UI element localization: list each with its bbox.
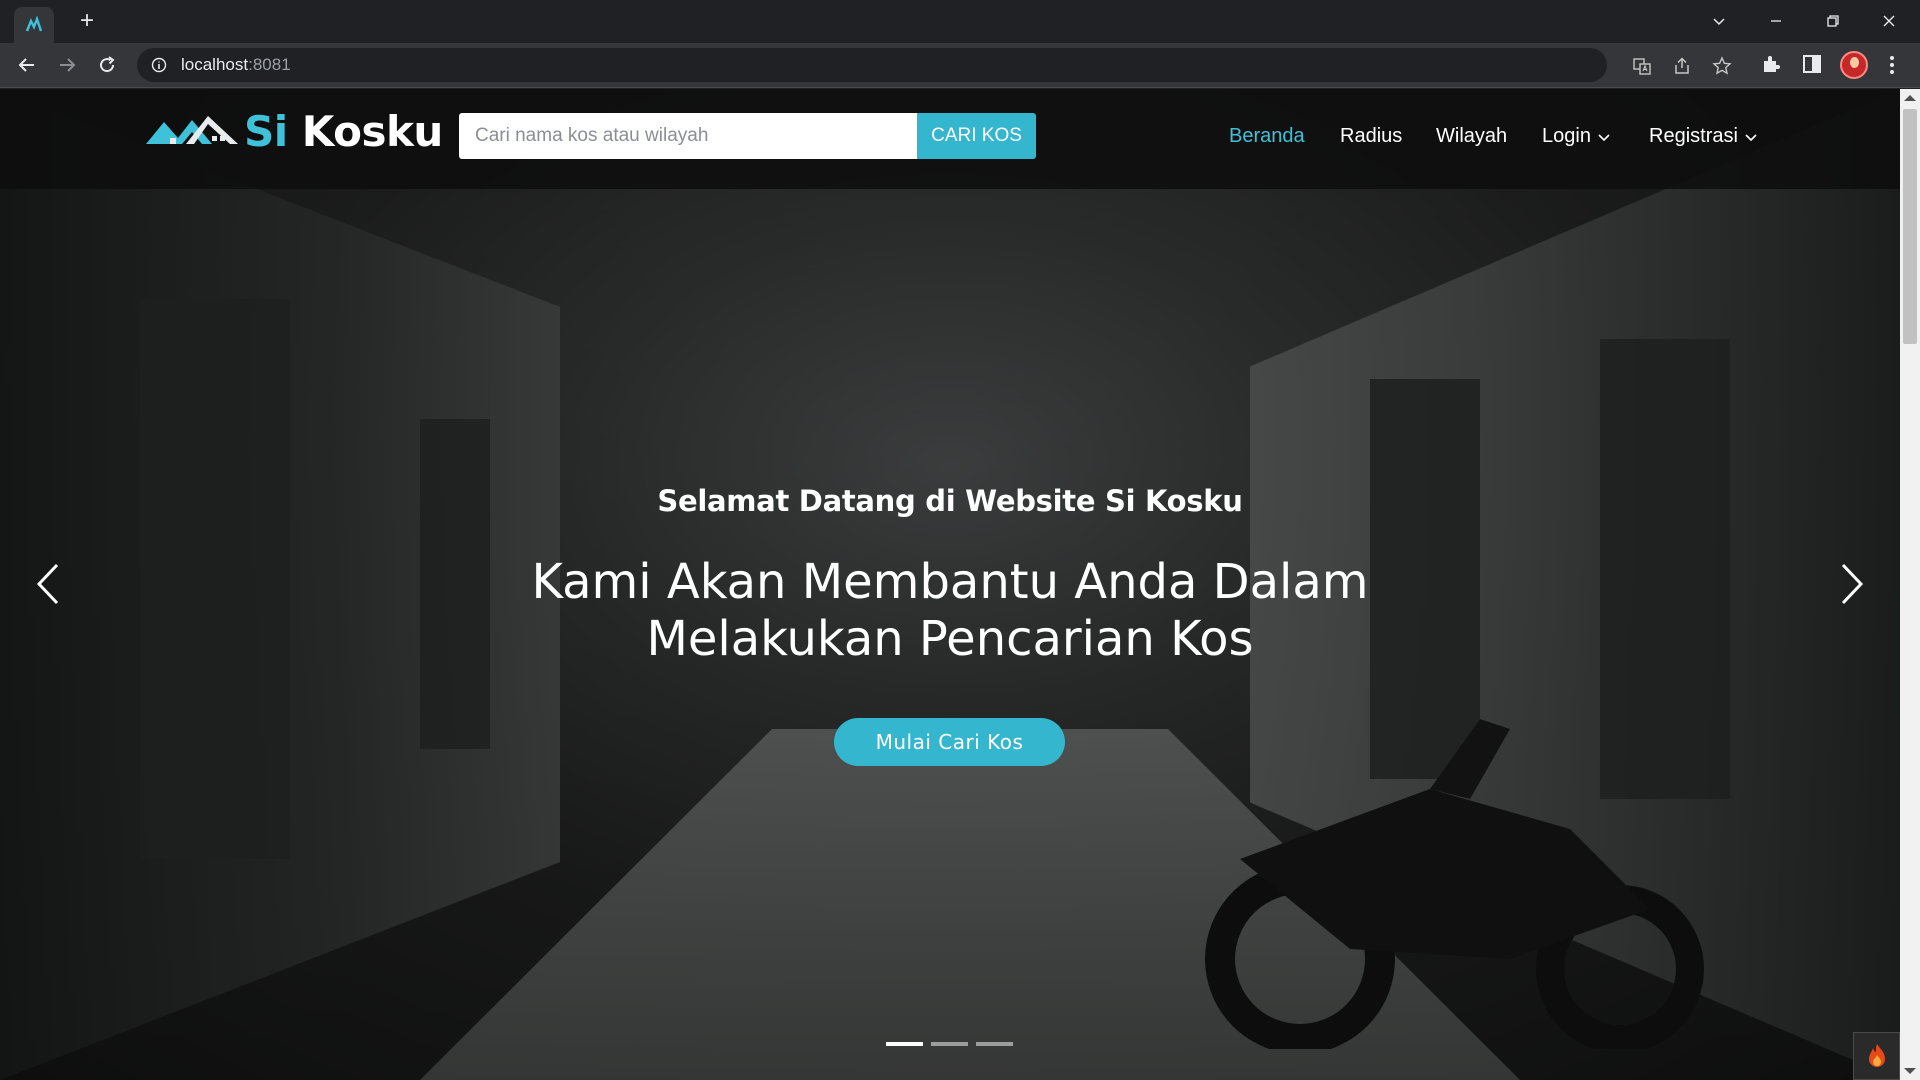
logo-text-si: Si xyxy=(244,107,288,156)
carousel-indicator-2[interactable] xyxy=(931,1042,968,1046)
chevron-left-icon xyxy=(36,563,59,605)
forward-icon[interactable] xyxy=(51,49,83,81)
site-header: Si Kosku CARI KOS Beranda Radius Wilayah… xyxy=(0,89,1900,189)
close-icon[interactable] xyxy=(1866,6,1912,36)
nav-login-dropdown[interactable]: Login xyxy=(1542,125,1611,148)
translate-icon[interactable] xyxy=(1632,56,1652,76)
carousel-indicator-1[interactable] xyxy=(886,1042,923,1046)
nav-beranda[interactable]: Beranda xyxy=(1229,125,1305,148)
flame-icon xyxy=(1868,1044,1885,1067)
chevron-down-icon xyxy=(1745,133,1757,141)
new-tab-icon[interactable]: + xyxy=(74,9,100,35)
hero-bg-door xyxy=(140,299,290,859)
tab-favicon-icon xyxy=(25,16,43,32)
chevron-down-icon xyxy=(1598,133,1610,141)
site-logo[interactable]: Si Kosku xyxy=(146,107,443,156)
carousel-indicator-3[interactable] xyxy=(976,1042,1013,1046)
nav-registrasi-label: Registrasi xyxy=(1649,125,1738,147)
address-bar[interactable]: localhost:8081 xyxy=(137,48,1732,82)
roof-logo-icon xyxy=(146,115,238,144)
carousel-prev-button[interactable] xyxy=(28,559,68,609)
tab-search-chevron-down-icon[interactable] xyxy=(1696,6,1742,36)
hero-title: Kami Akan Membantu Anda Dalam Melakukan … xyxy=(531,554,1369,667)
browser-tabstrip: + xyxy=(0,0,1920,43)
profile-avatar[interactable] xyxy=(1840,51,1868,79)
reload-icon[interactable] xyxy=(91,49,123,81)
hero-bg-motorcycle xyxy=(1205,719,1704,1049)
logo-text: Si Kosku xyxy=(244,107,443,156)
scroll-down-icon[interactable] xyxy=(1904,1068,1916,1074)
side-panel-icon[interactable] xyxy=(1801,53,1823,75)
nav-registrasi-dropdown[interactable]: Registrasi xyxy=(1649,125,1758,148)
minimize-icon[interactable] xyxy=(1753,6,1799,36)
nav-radius-label: Radius xyxy=(1340,125,1403,147)
nav-login-label: Login xyxy=(1542,125,1591,147)
carousel-indicators xyxy=(886,1042,1013,1046)
chevron-right-icon xyxy=(1841,563,1864,605)
nav-wilayah[interactable]: Wilayah xyxy=(1436,125,1507,148)
back-icon[interactable] xyxy=(11,49,43,81)
share-icon[interactable] xyxy=(1672,56,1692,76)
url-text: localhost:8081 xyxy=(181,55,291,75)
browser-tab[interactable] xyxy=(14,7,54,43)
carousel-next-button[interactable] xyxy=(1832,559,1872,609)
logo-text-kosku: Kosku xyxy=(301,107,444,156)
hero-kicker: Selamat Datang di Website Si Kosku xyxy=(657,484,1243,518)
hero-bg-door xyxy=(420,419,490,749)
url-port: :8081 xyxy=(248,55,291,74)
nav-wilayah-label: Wilayah xyxy=(1436,125,1508,147)
start-search-button[interactable]: Mulai Cari Kos xyxy=(834,718,1065,766)
nav-radius[interactable]: Radius xyxy=(1340,125,1402,148)
page-viewport: Si Kosku CARI KOS Beranda Radius Wilayah… xyxy=(0,89,1900,1080)
floating-widget-button[interactable] xyxy=(1853,1032,1900,1080)
scroll-thumb[interactable] xyxy=(1903,109,1917,344)
page-scrollbar[interactable] xyxy=(1900,89,1920,1080)
extensions-icon[interactable] xyxy=(1760,53,1782,75)
url-host: localhost xyxy=(181,55,249,74)
star-icon[interactable] xyxy=(1712,56,1732,76)
search-button[interactable]: CARI KOS xyxy=(917,113,1036,159)
info-icon[interactable] xyxy=(151,57,167,73)
search-input[interactable] xyxy=(459,113,917,159)
nav-beranda-label: Beranda xyxy=(1229,125,1305,147)
browser-toolbar: localhost:8081 xyxy=(0,43,1920,88)
scroll-up-icon[interactable] xyxy=(1904,95,1916,101)
restore-icon[interactable] xyxy=(1810,6,1856,36)
more-icon[interactable] xyxy=(1882,54,1902,76)
